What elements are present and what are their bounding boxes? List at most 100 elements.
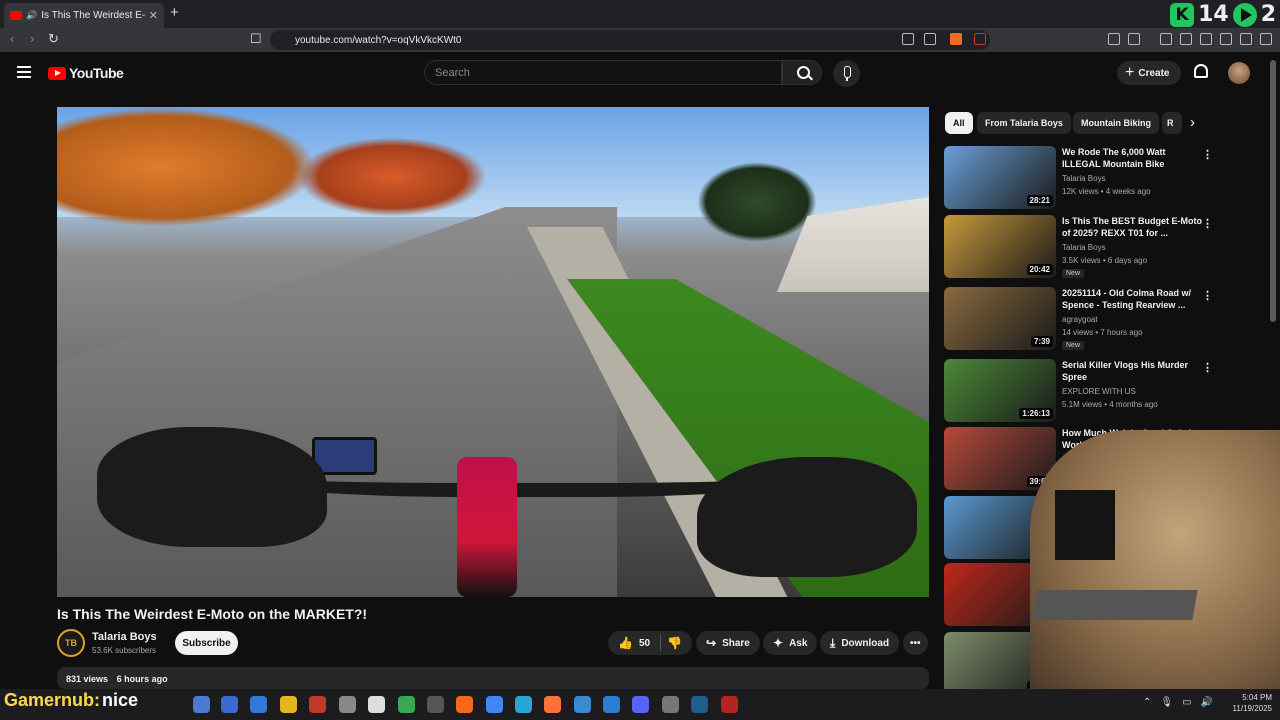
network-icon[interactable]: ▭: [1182, 697, 1191, 708]
video-duration: 7:39: [1030, 336, 1053, 347]
recommendation-thumbnail[interactable]: 39:09: [944, 427, 1056, 490]
obs-icon[interactable]: [427, 696, 444, 713]
infinity-icon[interactable]: [574, 696, 591, 713]
recommendation-thumbnail[interactable]: 28:21: [944, 146, 1056, 209]
steam-icon[interactable]: [691, 696, 708, 713]
recommendation-item[interactable]: 28:21 We Rode The 6,000 Watt ILLEGAL Moun…: [944, 146, 1224, 210]
recommendation-thumbnail[interactable]: 1:26:13: [944, 359, 1056, 422]
thumbs-down-icon[interactable]: 👎: [667, 636, 682, 650]
recommendation-meta: 14 views • 7 hours ago: [1062, 328, 1143, 337]
mic-tray-icon[interactable]: 🎙: [1160, 697, 1173, 708]
chrome-icon[interactable]: [486, 696, 503, 713]
search-placeholder: Search: [435, 67, 470, 79]
recommendation-item[interactable]: 20:42 Is This The BEST Budget E-Moto of 2…: [944, 215, 1224, 279]
wallet-icon[interactable]: [1200, 33, 1212, 45]
menu-icon[interactable]: [1260, 33, 1272, 45]
like-button[interactable]: 👍 50 👎: [608, 631, 693, 655]
description-box[interactable]: 831 views 6 hours ago: [57, 667, 929, 689]
volume-icon[interactable]: 🔊: [1201, 697, 1213, 708]
microphone-icon[interactable]: [833, 60, 860, 87]
subscribe-button[interactable]: Subscribe: [175, 631, 238, 655]
browser-tab[interactable]: 🔊 Is This The Weirdest E-Moto o ✕: [4, 3, 164, 28]
notifications-bell-icon[interactable]: [1194, 64, 1208, 78]
clock-app-icon[interactable]: [339, 696, 356, 713]
cast-icon[interactable]: [902, 33, 914, 45]
close-tab-icon[interactable]: ✕: [149, 9, 158, 22]
video-player[interactable]: [57, 107, 929, 597]
folder-icon[interactable]: [280, 696, 297, 713]
media-icon[interactable]: [1160, 33, 1172, 45]
more-options-icon[interactable]: ⋮: [1202, 148, 1213, 161]
hamburger-menu-icon[interactable]: [17, 66, 31, 78]
play-logo-icon: [1232, 2, 1257, 27]
recommendation-thumbnail[interactable]: 20:42: [944, 215, 1056, 278]
edge-icon[interactable]: [515, 696, 532, 713]
bookmark-icon[interactable]: ☐: [250, 31, 262, 47]
video-frame-tree: [57, 107, 317, 227]
chevron-right-icon[interactable]: ›: [1190, 114, 1195, 131]
video-frame-stem: [457, 457, 517, 597]
terminal-icon[interactable]: [368, 696, 385, 713]
brave-shield-icon[interactable]: [950, 33, 962, 45]
channel-avatar[interactable]: TB: [57, 629, 85, 657]
forward-icon[interactable]: ›: [30, 31, 34, 46]
settings-icon[interactable]: [193, 696, 210, 713]
search-icon[interactable]: [782, 60, 822, 85]
screenshot-icon[interactable]: [1128, 33, 1140, 45]
vpn-icon[interactable]: [1240, 33, 1252, 45]
brave-icon[interactable]: [456, 696, 473, 713]
speaker-icon[interactable]: 🔊: [26, 10, 37, 21]
hatch-icon[interactable]: [662, 696, 679, 713]
more-actions-button[interactable]: •••: [903, 631, 928, 655]
recommendation-channel: Talaria Boys: [1062, 174, 1106, 183]
upload-age: 6 hours ago: [116, 674, 168, 684]
scrollbar[interactable]: [1270, 60, 1276, 322]
recommendation-item[interactable]: 7:39 20251114 - Old Colma Road w/ Spence …: [944, 287, 1224, 351]
paint-icon[interactable]: [221, 696, 238, 713]
leo-icon[interactable]: [1220, 33, 1232, 45]
firefox-icon[interactable]: [544, 696, 561, 713]
vscode-icon[interactable]: [603, 696, 620, 713]
browser-tab-strip: 🔊 Is This The Weirdest E-Moto o ✕ + K 14…: [0, 0, 1280, 28]
view-count: 831 views: [66, 674, 109, 684]
chip-all[interactable]: All: [945, 112, 973, 134]
video-duration: 28:21: [1026, 195, 1053, 206]
channel-name[interactable]: Talaria Boys: [92, 631, 157, 643]
download-button[interactable]: ⤓ Download: [820, 631, 900, 655]
remote-icon[interactable]: [250, 696, 267, 713]
clock-time: 5:04 PM: [1242, 693, 1272, 702]
new-tab-icon[interactable]: +: [170, 4, 179, 21]
url-bar[interactable]: youtube.com/watch?v=oqVkVkcKWt0: [270, 30, 990, 50]
recommendation-thumbnail[interactable]: 7:39: [944, 287, 1056, 350]
chip-from-channel[interactable]: From Talaria Boys: [977, 112, 1071, 134]
reload-icon[interactable]: ↻: [48, 31, 59, 47]
new-badge: New: [1062, 341, 1085, 350]
sidebar-icon[interactable]: [1180, 33, 1192, 45]
video-title: Is This The Weirdest E-Moto on the MARKE…: [57, 606, 368, 622]
more-options-icon[interactable]: ⋮: [1202, 217, 1213, 230]
share-page-icon[interactable]: [924, 33, 936, 45]
ask-button[interactable]: ✦ Ask: [763, 631, 818, 655]
discord-icon[interactable]: [632, 696, 649, 713]
video-frame-right-glove: [697, 457, 917, 577]
recommendation-item[interactable]: 1:26:13 Serial Killer Vlogs His Murder Sp…: [944, 359, 1224, 423]
chevron-up-icon[interactable]: ⌃: [1143, 697, 1151, 708]
recommendation-title: Serial Killer Vlogs His Murder Spree: [1062, 360, 1189, 382]
more-options-icon[interactable]: ⋮: [1202, 361, 1213, 374]
search-input[interactable]: Search: [424, 60, 782, 85]
maps-icon[interactable]: [398, 696, 415, 713]
extensions-icon[interactable]: [1108, 33, 1120, 45]
youtube-logo[interactable]: YouTube: [48, 65, 124, 81]
video-frame-tree: [697, 162, 817, 242]
chip-related[interactable]: R: [1162, 112, 1182, 134]
more-options-icon[interactable]: ⋮: [1202, 289, 1213, 302]
news-icon[interactable]: [309, 696, 326, 713]
brave-rewards-icon[interactable]: [974, 33, 986, 45]
avatar[interactable]: [1228, 62, 1250, 84]
share-button[interactable]: ↪ Share: [696, 631, 760, 655]
create-button[interactable]: + Create: [1117, 61, 1181, 85]
chip-mountain-biking[interactable]: Mountain Biking: [1073, 112, 1159, 134]
app-red-icon[interactable]: [721, 696, 738, 713]
back-icon[interactable]: ‹: [10, 31, 14, 46]
clock[interactable]: 5:04 PM 11/19/2025: [1226, 692, 1272, 714]
